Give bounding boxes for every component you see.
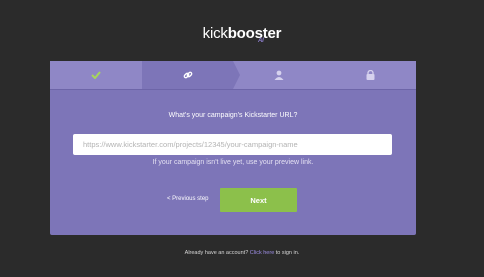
step-progress-bar — [50, 61, 416, 90]
logo-ai-badge: AI — [258, 38, 264, 44]
step-3-account[interactable] — [233, 61, 324, 89]
logo-booster: booster — [227, 25, 282, 42]
footer-suffix: to sign in. — [274, 250, 300, 256]
step-2-url-active[interactable] — [142, 61, 233, 89]
url-question: What's your campaign's Kickstarter URL? — [168, 112, 298, 119]
campaign-url-input[interactable] — [73, 134, 392, 155]
step-1-complete[interactable] — [50, 61, 141, 89]
onboarding-card: What's your campaign's Kickstarter URL? … — [50, 61, 416, 235]
link-icon — [183, 70, 193, 80]
previous-step-link[interactable]: < Previous step — [167, 196, 209, 202]
sign-in-link[interactable]: Click here — [250, 250, 274, 256]
checkmark-icon — [90, 71, 101, 79]
user-icon — [274, 70, 284, 80]
step-4-secure[interactable] — [325, 61, 416, 89]
sign-in-footer: Already have an account? Click here to s… — [0, 250, 484, 256]
lock-icon — [366, 70, 375, 80]
next-button[interactable]: Next — [220, 188, 297, 212]
footer-text: Already have an account? — [184, 250, 250, 256]
kickbooster-logo: kickbooster AI — [0, 25, 484, 44]
preview-link-hint: If your campaign isn't live yet, use you… — [152, 159, 314, 166]
logo-kick: kick — [202, 25, 228, 42]
